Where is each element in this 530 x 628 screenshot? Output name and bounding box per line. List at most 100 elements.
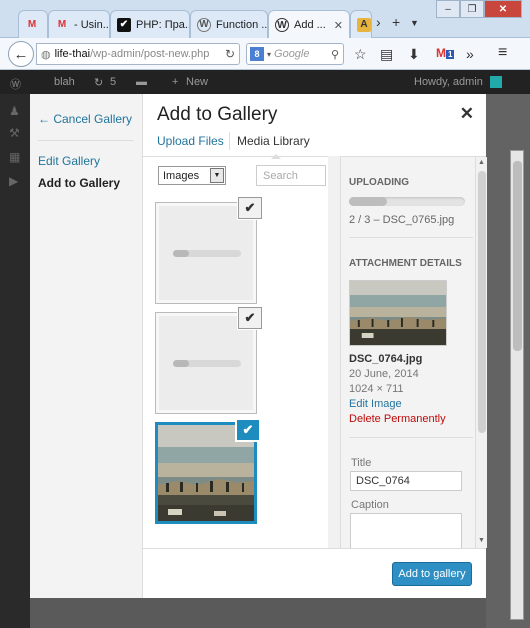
tab-label: PHP: Пра... xyxy=(136,18,190,31)
media-sidebar: UPLOADING 2 / 3 – DSC_0765.jpg ATTACHMEN… xyxy=(340,157,487,549)
tab-scroll-right-icon[interactable]: › xyxy=(376,14,381,30)
tab-overflow[interactable]: A xyxy=(350,10,372,38)
check-icon[interactable]: ✔ xyxy=(238,197,262,219)
tab-active[interactable]: W Add ... ✕ xyxy=(268,10,350,39)
comments-icon[interactable]: ▬ xyxy=(136,76,147,88)
upload-progress-bar xyxy=(173,250,241,257)
new-plus-icon[interactable]: + xyxy=(172,76,178,88)
tab-2[interactable]: ✔ PHP: Пра... xyxy=(110,10,190,38)
upload-status: 2 / 3 – DSC_0765.jpg xyxy=(349,214,455,226)
upload-progress-fill xyxy=(349,197,388,206)
window-close-icon[interactable]: ✕ xyxy=(484,0,522,18)
overflow-chevron-icon[interactable]: » xyxy=(466,46,474,62)
back-arrow-icon[interactable]: ← xyxy=(8,41,34,67)
browser-nav-bar: ← ◍ life-thai/wp-admin/post-new.php ↻ 8 … xyxy=(0,38,530,70)
app-icon: A xyxy=(357,17,371,32)
attachment-filter-select[interactable]: Images ▼ xyxy=(158,166,226,185)
site-name[interactable]: blah xyxy=(54,76,75,88)
howdy-label[interactable]: Howdy, admin xyxy=(414,76,483,88)
divider xyxy=(349,437,473,438)
tools-icon[interactable]: ⚒ xyxy=(9,126,20,140)
search-engine-dropdown-icon[interactable]: ▾ xyxy=(267,50,271,59)
browser-tab-bar: M M - Usin... ✔ PHP: Пра... W Function .… xyxy=(0,0,530,39)
menu-hamburger-icon[interactable]: ≡ xyxy=(498,44,507,62)
attachment-uploading[interactable]: ✔ xyxy=(155,307,262,414)
tab-gmail-pinned[interactable]: M xyxy=(18,10,48,38)
reading-list-icon[interactable]: ▤ xyxy=(380,46,393,63)
upload-progress-fill xyxy=(173,360,190,367)
admin-menu-icon[interactable]: ♟ xyxy=(9,104,20,118)
edit-image-link[interactable]: Edit Image xyxy=(349,398,402,410)
close-icon[interactable]: ✕ xyxy=(460,104,474,124)
upload-progress-bar xyxy=(173,360,241,367)
gmail-notifier-icon[interactable]: M1 xyxy=(436,46,455,60)
minimize-icon[interactable]: – xyxy=(436,0,460,18)
modal-title: Add to Gallery xyxy=(157,104,278,125)
title-input[interactable]: DSC_0764 xyxy=(350,471,462,491)
updates-icon[interactable]: ↻ xyxy=(94,76,103,89)
scroll-up-icon[interactable]: ▲ xyxy=(478,159,485,166)
magnifier-icon[interactable]: ⚲ xyxy=(331,48,339,61)
media-play-icon[interactable]: ▶ xyxy=(9,174,18,188)
check-icon[interactable]: ✔ xyxy=(238,307,262,329)
sidebar-scrollbar-thumb[interactable] xyxy=(478,171,486,433)
url-path: /wp-admin/post-new.php xyxy=(90,48,210,60)
url-bar[interactable]: ◍ life-thai/wp-admin/post-new.php ↻ xyxy=(36,43,240,65)
menu-item-add-to-gallery[interactable]: Add to Gallery xyxy=(38,176,120,190)
wp-logo-icon[interactable]: Ⓦ xyxy=(10,76,21,92)
upload-progress-bar xyxy=(349,197,465,206)
upload-progress-fill xyxy=(173,250,190,257)
close-tab-icon[interactable]: ✕ xyxy=(334,19,343,32)
settings-icon[interactable]: ▦ xyxy=(9,150,20,164)
restore-icon[interactable]: ❐ xyxy=(460,0,484,18)
page-scrollbar[interactable] xyxy=(510,150,524,620)
new-label[interactable]: New xyxy=(186,76,208,88)
avatar[interactable] xyxy=(490,76,502,88)
add-to-gallery-button[interactable]: Add to gallery xyxy=(392,562,472,586)
search-bar[interactable]: 8 ▾ Google ⚲ xyxy=(246,43,344,65)
window-controls: – ❐ ✕ xyxy=(436,0,522,18)
cancel-gallery-link[interactable]: ← Cancel Gallery xyxy=(38,112,132,126)
new-tab-icon[interactable]: + xyxy=(392,14,400,30)
media-router: Upload Files Media Library xyxy=(143,128,486,159)
search-engine-icon[interactable]: 8 xyxy=(250,47,264,61)
media-menu: ← Cancel Gallery Edit Gallery Add to Gal… xyxy=(30,94,143,598)
tab-label: - Usin... xyxy=(74,18,110,31)
caption-textarea[interactable] xyxy=(350,513,462,549)
gmail-icon: M xyxy=(57,19,67,30)
wordpress-icon: W xyxy=(197,17,211,32)
filter-selected: Images xyxy=(163,169,200,182)
attachment-dimensions: 1024 × 711 xyxy=(349,383,404,395)
php-icon: ✔ xyxy=(117,17,131,32)
sidebar-scrollbar[interactable]: ▲ ▼ xyxy=(475,157,487,548)
tab-3[interactable]: W Function ... xyxy=(190,10,268,38)
scroll-down-icon[interactable]: ▼ xyxy=(478,537,485,544)
media-search-input[interactable]: Search xyxy=(256,165,326,186)
attachment-detail-thumbnail xyxy=(349,280,447,346)
list-tabs-icon[interactable]: ▼ xyxy=(410,18,419,28)
check-icon[interactable]: ✔ xyxy=(236,419,260,441)
reload-icon[interactable]: ↻ xyxy=(225,47,235,61)
attachment-details-heading: ATTACHMENT DETAILS xyxy=(349,258,462,269)
download-icon[interactable]: ⬇ xyxy=(408,46,420,63)
router-separator xyxy=(229,132,230,150)
attachment-uploading[interactable]: ✔ xyxy=(155,197,262,304)
tab-upload-files[interactable]: Upload Files xyxy=(157,134,224,148)
tab-1[interactable]: M - Usin... xyxy=(48,10,110,38)
attachment-selected[interactable]: ✔ xyxy=(155,419,260,524)
wp-admin-menu: ♟ ⚒ ▦ ▶ xyxy=(0,94,30,628)
caption-label: Caption xyxy=(351,499,389,511)
attachment-filename: DSC_0764.jpg xyxy=(349,353,423,365)
chevron-down-icon[interactable]: ▼ xyxy=(210,168,224,183)
star-bookmark-icon[interactable]: ☆ xyxy=(354,46,367,63)
page-scrollbar-thumb[interactable] xyxy=(513,161,522,351)
tab-label: Add ... xyxy=(294,19,326,31)
menu-separator xyxy=(38,140,134,141)
delete-permanently-link[interactable]: Delete Permanently xyxy=(349,413,446,425)
tab-label: Function ... xyxy=(216,18,268,31)
wp-admin-bar: Ⓦ blah ↻ 5 ▬ + New Howdy, admin xyxy=(0,70,530,94)
tab-media-library[interactable]: Media Library xyxy=(237,134,310,148)
divider xyxy=(349,237,473,238)
menu-item-edit-gallery[interactable]: Edit Gallery xyxy=(38,154,100,168)
browser-scrollbar[interactable] xyxy=(328,156,340,548)
